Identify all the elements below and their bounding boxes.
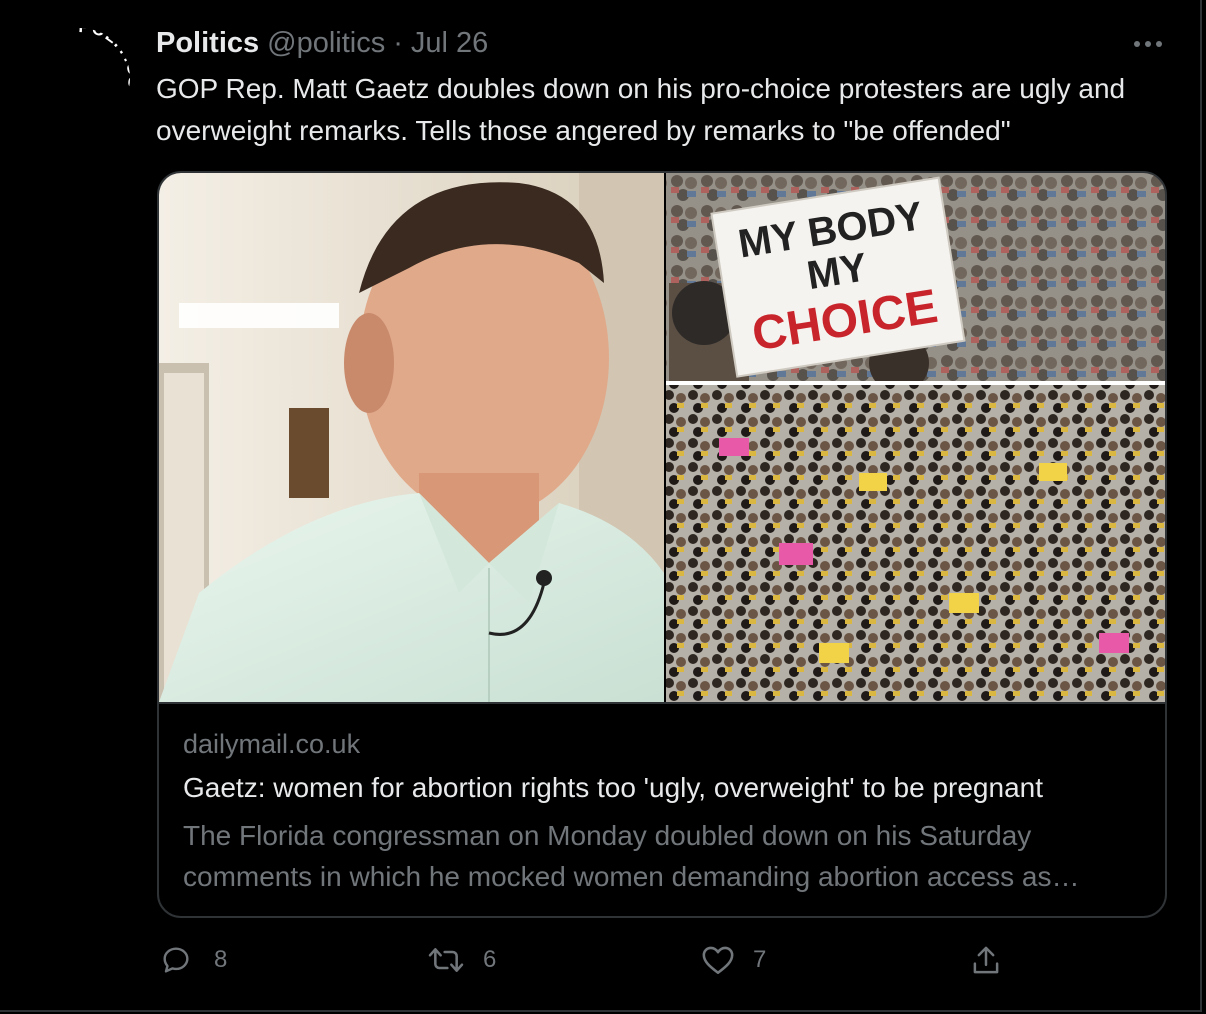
- tweet[interactable]: POLITICS Politics @politics · Jul 26 GOP…: [0, 0, 1202, 1012]
- display-name[interactable]: Politics: [156, 27, 259, 60]
- link-card[interactable]: MY BODY MY CHOICE dailymail.co.uk Gaetz:…: [157, 171, 1167, 918]
- share-icon: [970, 944, 1002, 978]
- avatar[interactable]: POLITICS: [30, 28, 130, 128]
- sign-line2: MY: [804, 245, 870, 298]
- tweet-date[interactable]: Jul 26: [411, 27, 488, 60]
- like-count: 7: [753, 946, 767, 973]
- more-icon[interactable]: [1128, 30, 1168, 58]
- retweet-button[interactable]: 6: [427, 944, 496, 976]
- retweet-count: 6: [483, 946, 497, 973]
- card-image: MY BODY MY CHOICE: [159, 173, 1165, 702]
- heart-icon: [701, 944, 735, 976]
- card-domain: dailymail.co.uk: [183, 729, 361, 759]
- like-button[interactable]: 7: [701, 944, 766, 976]
- card-description: The Florida congressman on Monday double…: [183, 820, 1080, 892]
- card-title[interactable]: Gaetz: women for abortion rights too 'ug…: [183, 772, 1043, 804]
- reply-button[interactable]: 8: [160, 944, 227, 976]
- user-handle[interactable]: @politics: [267, 27, 385, 60]
- retweet-icon: [427, 944, 465, 976]
- separator-dot: ·: [393, 26, 403, 59]
- card-divider: [159, 702, 1165, 704]
- reply-count: 8: [214, 946, 228, 973]
- reply-icon: [160, 944, 192, 976]
- tweet-header: Politics @politics · Jul 26: [156, 26, 488, 60]
- share-button[interactable]: [970, 944, 1002, 978]
- card-image-collage: MY BODY MY CHOICE: [159, 173, 1165, 702]
- tweet-actions: 8 6 7: [0, 944, 1202, 984]
- tweet-text: GOP Rep. Matt Gaetz doubles down on his …: [156, 73, 1126, 146]
